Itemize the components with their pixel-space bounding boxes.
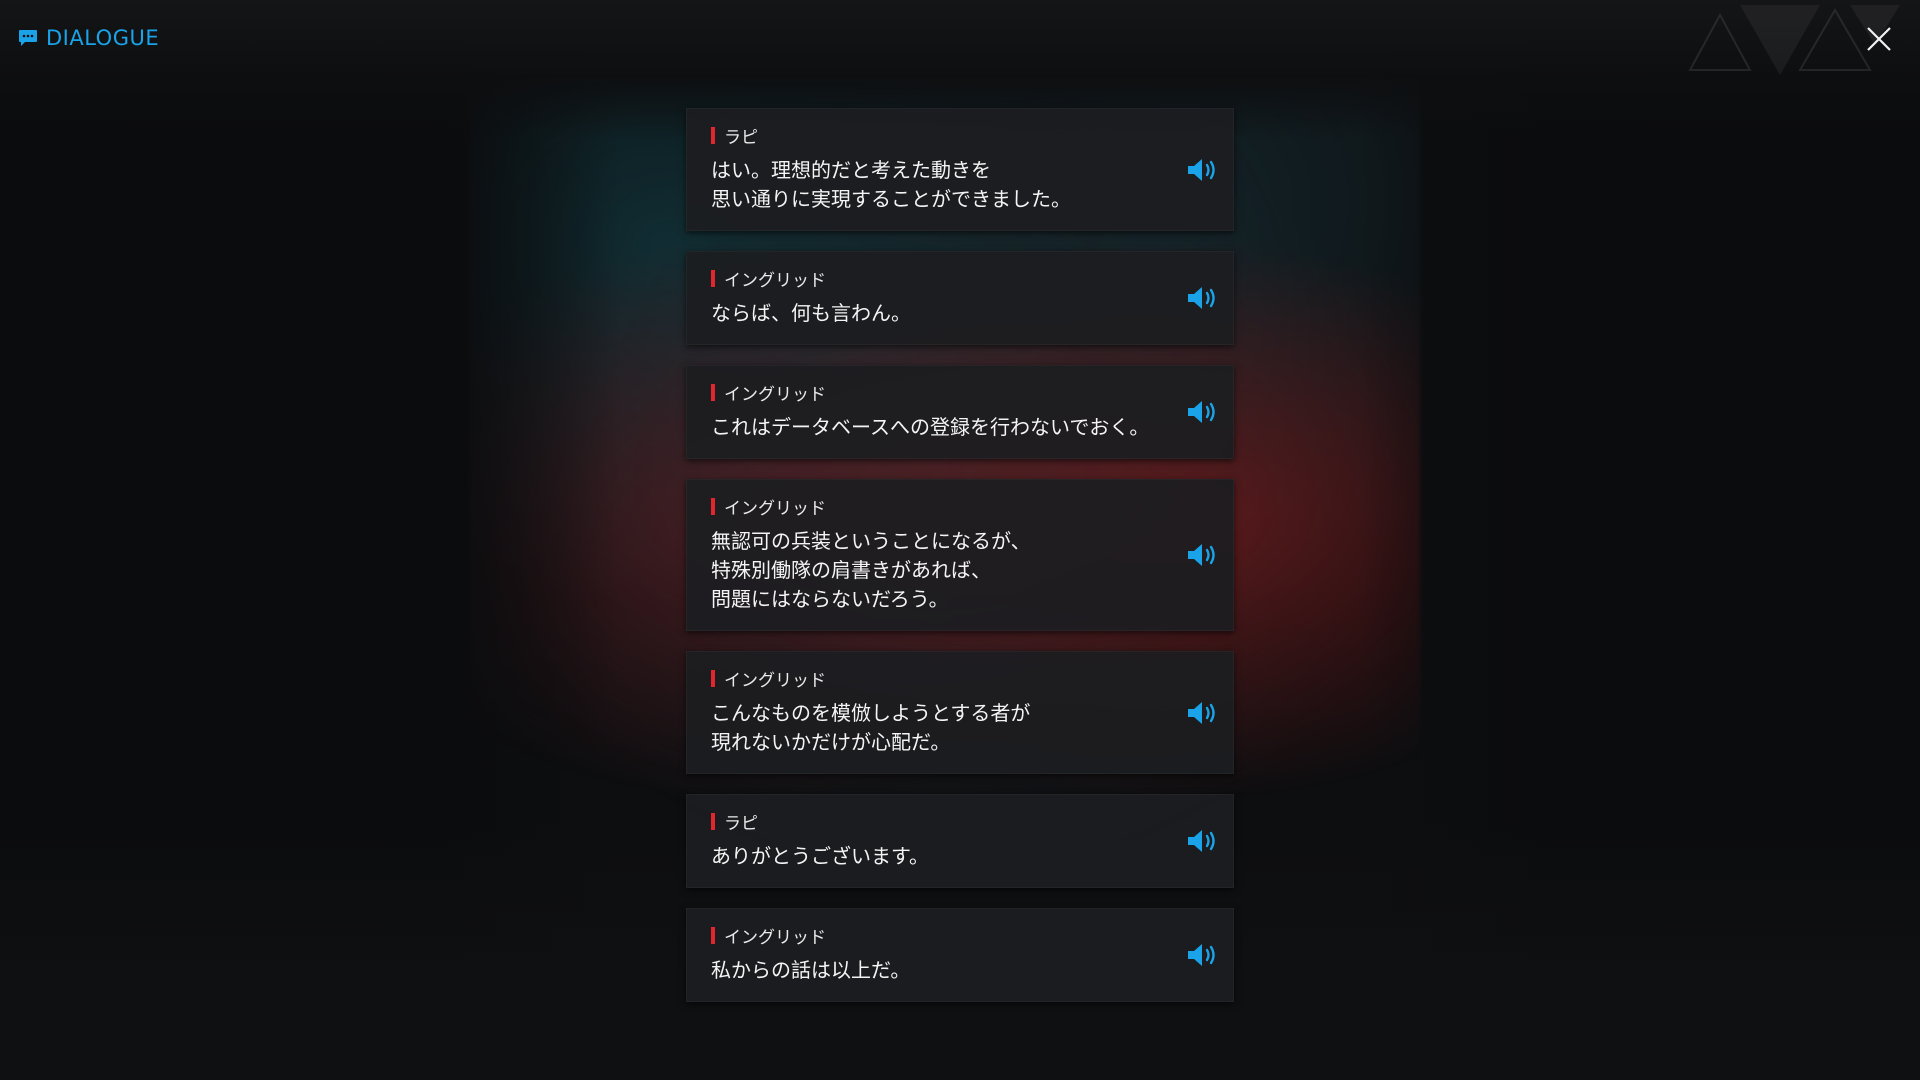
- speaker-volume-icon: [1185, 944, 1223, 974]
- play-voice-button[interactable]: [1185, 397, 1223, 427]
- chat-bubble-icon: [19, 30, 37, 46]
- play-voice-button[interactable]: [1185, 540, 1223, 570]
- dialogue-entry: イングリッド私からの話は以上だ。: [686, 908, 1234, 1002]
- dialogue-entry: イングリッド無認可の兵装ということになるが、 特殊別働隊の肩書きがあれば、 問題…: [686, 479, 1234, 631]
- dialogue-entry: ラピありがとうございます。: [686, 794, 1234, 888]
- page-title: DIALOGUE: [46, 26, 160, 50]
- dialogue-entry: イングリッドこれはデータベースへの登録を行わないでおく。: [686, 365, 1234, 459]
- speaker-name: イングリッド: [724, 671, 826, 691]
- close-icon: [1867, 27, 1891, 51]
- speaker-name: ラピ: [724, 128, 758, 148]
- dialogue-text: 私からの話は以上だ。: [711, 958, 911, 982]
- dialogue-entry: イングリッドこんなものを模倣しようとする者が 現れないかだけが心配だ。: [686, 651, 1234, 774]
- speaker-marker: [711, 813, 715, 830]
- play-voice-button[interactable]: [1185, 698, 1223, 728]
- speaker-volume-icon: [1185, 830, 1223, 860]
- speaker-marker: [711, 670, 715, 687]
- speaker-name: ラピ: [724, 814, 758, 834]
- speaker-marker: [711, 127, 715, 144]
- dialogue-text: これはデータベースへの登録を行わないでおく。: [711, 415, 1150, 439]
- dialogue-text: ありがとうございます。: [711, 844, 929, 868]
- speaker-marker: [711, 927, 715, 944]
- speaker-row: ラピ: [711, 809, 1153, 834]
- play-voice-button[interactable]: [1185, 940, 1223, 970]
- speaker-marker: [711, 384, 715, 401]
- dialogue-text: ならば、何も言わん。: [711, 301, 911, 325]
- play-voice-button[interactable]: [1185, 826, 1223, 856]
- speaker-row: ラピ: [711, 123, 1153, 148]
- speaker-name: イングリッド: [724, 271, 826, 291]
- speaker-volume-icon: [1185, 544, 1223, 574]
- speaker-marker: [711, 270, 715, 287]
- speaker-name: イングリッド: [724, 499, 826, 519]
- speaker-volume-icon: [1185, 701, 1223, 732]
- close-button[interactable]: [1864, 24, 1894, 54]
- speaker-name: イングリッド: [724, 385, 826, 405]
- speaker-volume-icon: [1185, 158, 1223, 189]
- dialogue-entry: ラピはい。理想的だと考えた動きを 思い通りに実現することができました。: [686, 108, 1234, 231]
- dialogue-text: こんなものを模倣しようとする者が 現れないかだけが心配だ。: [711, 701, 1031, 754]
- play-voice-button[interactable]: [1185, 283, 1223, 313]
- dialogue-text: はい。理想的だと考えた動きを 思い通りに実現することができました。: [711, 158, 1071, 211]
- speaker-volume-icon: [1185, 401, 1223, 431]
- speaker-volume-icon: [1185, 287, 1223, 317]
- dialogue-text: 無認可の兵装ということになるが、 特殊別働隊の肩書きがあれば、 問題にはならない…: [711, 529, 1031, 611]
- speaker-row: イングリッド: [711, 380, 1153, 405]
- speaker-name: イングリッド: [724, 928, 826, 948]
- speaker-row: イングリッド: [711, 494, 1153, 519]
- speaker-row: イングリッド: [711, 923, 1153, 948]
- speaker-row: イングリッド: [711, 666, 1153, 691]
- speaker-marker: [711, 498, 715, 515]
- dialogue-log-screen: DIALOGUE ラピはい。理想的だと考えた動きを 思い通りに実現することができ…: [0, 0, 1920, 1080]
- speaker-row: イングリッド: [711, 266, 1153, 291]
- play-voice-button[interactable]: [1185, 155, 1223, 185]
- header: DIALOGUE: [18, 26, 159, 50]
- dialogue-entry: イングリッドならば、何も言わん。: [686, 251, 1234, 345]
- dialogue-list[interactable]: ラピ はい。理想的だと考えた動きを 思い通りに実現することができました。 イングリッ…: [686, 108, 1234, 1002]
